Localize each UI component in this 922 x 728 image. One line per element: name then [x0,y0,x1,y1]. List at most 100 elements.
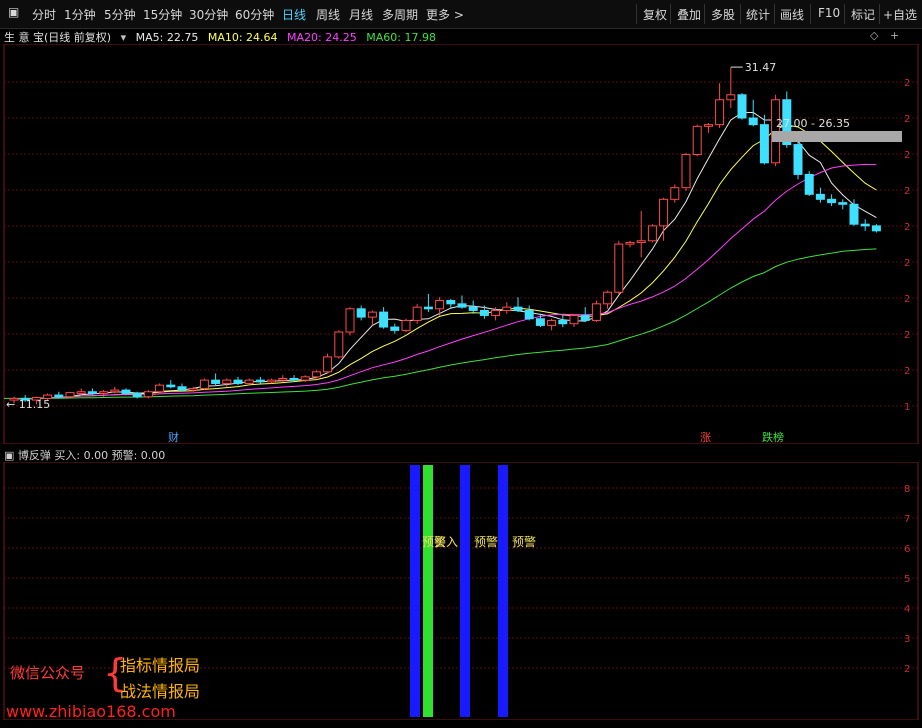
candle-down [255,379,265,383]
candle-down [737,94,747,119]
candle-down [211,379,221,384]
signal-bar [410,465,420,717]
candle-down [793,144,803,175]
candle-up [311,371,321,378]
fuquan-button[interactable]: 复权 [643,6,667,23]
drop-list-marker: 跌榜 [762,430,784,444]
tab-1min[interactable]: 1分钟 [64,6,96,23]
candle-up [625,241,635,245]
candle-down [535,318,545,326]
axis-tick-label: 2 [904,294,910,305]
chart-title: 生 意 宝(日线 前复权) [4,31,112,44]
toolbar-divider [810,4,811,24]
signal-label: 预警 [512,534,536,549]
axis-tick-label: 2 [904,186,910,197]
candle-down [815,193,825,200]
candle-up [591,303,601,321]
watermark-wechat: 微信公众号 [10,664,86,682]
diamond-icon[interactable]: ◇ [870,29,878,42]
indicator-axis-label: 5 [904,574,910,585]
tab-5min[interactable]: 5分钟 [104,6,136,23]
candle-up [547,319,557,326]
signal-bar [498,465,508,717]
candle-up [367,311,377,318]
multi-stock-button[interactable]: 多股 [711,6,735,23]
toolbar-divider [844,4,845,24]
tab-weekly[interactable]: 周线 [316,6,340,23]
candle-up [435,300,445,310]
candle-up [647,225,657,242]
candle-up [99,391,109,394]
ma5-line [13,111,877,400]
candle-up [726,94,736,101]
toolbar-divider [704,4,705,24]
low-label: ← 11.15 [6,398,50,411]
square-icon[interactable]: ▣ [8,5,19,19]
tab-fenshi[interactable]: 分时 [32,6,56,23]
candle-down [87,391,97,394]
candle-down [838,202,848,205]
indicator-legend: ▣ 博反弹 买入: 0.00 预警: 0.00 [4,447,165,463]
candle-down [860,223,870,227]
candle-up [65,392,75,398]
candle-down [390,326,400,331]
candle-up [188,387,198,391]
candle-up [715,99,725,126]
main-chart-frame [3,44,919,444]
tab-monthly[interactable]: 月线 [349,6,373,23]
high-label: 31.47 [745,61,777,74]
indicator-axis-label: 3 [904,634,910,645]
candle-up [267,379,277,383]
add-watchlist-button[interactable]: +自选 [883,6,917,23]
signal-bar [423,465,433,717]
candle-down [446,300,456,305]
candle-up [692,125,702,156]
stats-button[interactable]: 统计 [746,6,770,23]
tab-30min[interactable]: 30分钟 [189,6,228,23]
toolbar-divider [636,4,637,24]
ma10-label: MA10: 24.64 [207,31,278,44]
indicator-warn-label: 预警: 0.00 [111,449,166,462]
candle-up [569,314,579,325]
dropdown-icon[interactable]: ▾ [121,31,127,44]
candle-down [121,389,131,394]
candle-up [670,187,680,200]
f10-button[interactable]: F10 [818,6,840,20]
ma60-line [4,248,877,399]
candle-up [681,154,691,189]
candle-down [479,309,489,316]
candle-up [603,291,613,305]
candle-up [244,379,254,384]
candle-up [278,377,288,381]
square-icon[interactable]: ▣ [4,449,14,462]
range-box [772,131,902,142]
axis-tick-label: 1 [904,402,910,413]
candle-down [849,203,859,225]
candle-down [289,377,299,381]
candle-down [468,306,478,311]
tab-more[interactable]: 更多 > [426,6,464,23]
tab-daily[interactable]: 日线 [282,6,306,23]
toolbar-divider [740,4,741,24]
plus-icon[interactable]: + [890,29,899,42]
candle-up [636,240,646,243]
axis-tick-label: 2 [904,222,910,233]
draw-line-button[interactable]: 画线 [780,6,804,23]
tab-multi-period[interactable]: 多周期 [382,6,418,23]
axis-tick-label: 2 [904,330,910,341]
toolbar: ▣ 分时 1分钟 5分钟 15分钟 30分钟 60分钟 日线 周线 月线 多周期… [0,0,922,29]
indicator-name: 博反弹 [17,449,51,462]
tab-15min[interactable]: 15分钟 [143,6,182,23]
range-label: 27.00 - 26.35 [776,117,850,130]
candle-down [54,394,64,398]
candlestick-chart[interactable]: 31.47 ← 11.15 27.00 - 26.35 财 涨 跌榜 2 2 2 2 2 2 2 2 2 1 [0,44,922,444]
candle-down [759,124,769,164]
tab-60min[interactable]: 60分钟 [235,6,274,23]
signal-bar [460,465,470,717]
candle-down [132,392,142,398]
axis-tick-label: 2 [904,78,910,89]
overlay-button[interactable]: 叠加 [677,6,701,23]
mark-button[interactable]: 标记 [851,6,875,23]
candle-up [76,391,86,394]
candle-up [155,384,165,393]
